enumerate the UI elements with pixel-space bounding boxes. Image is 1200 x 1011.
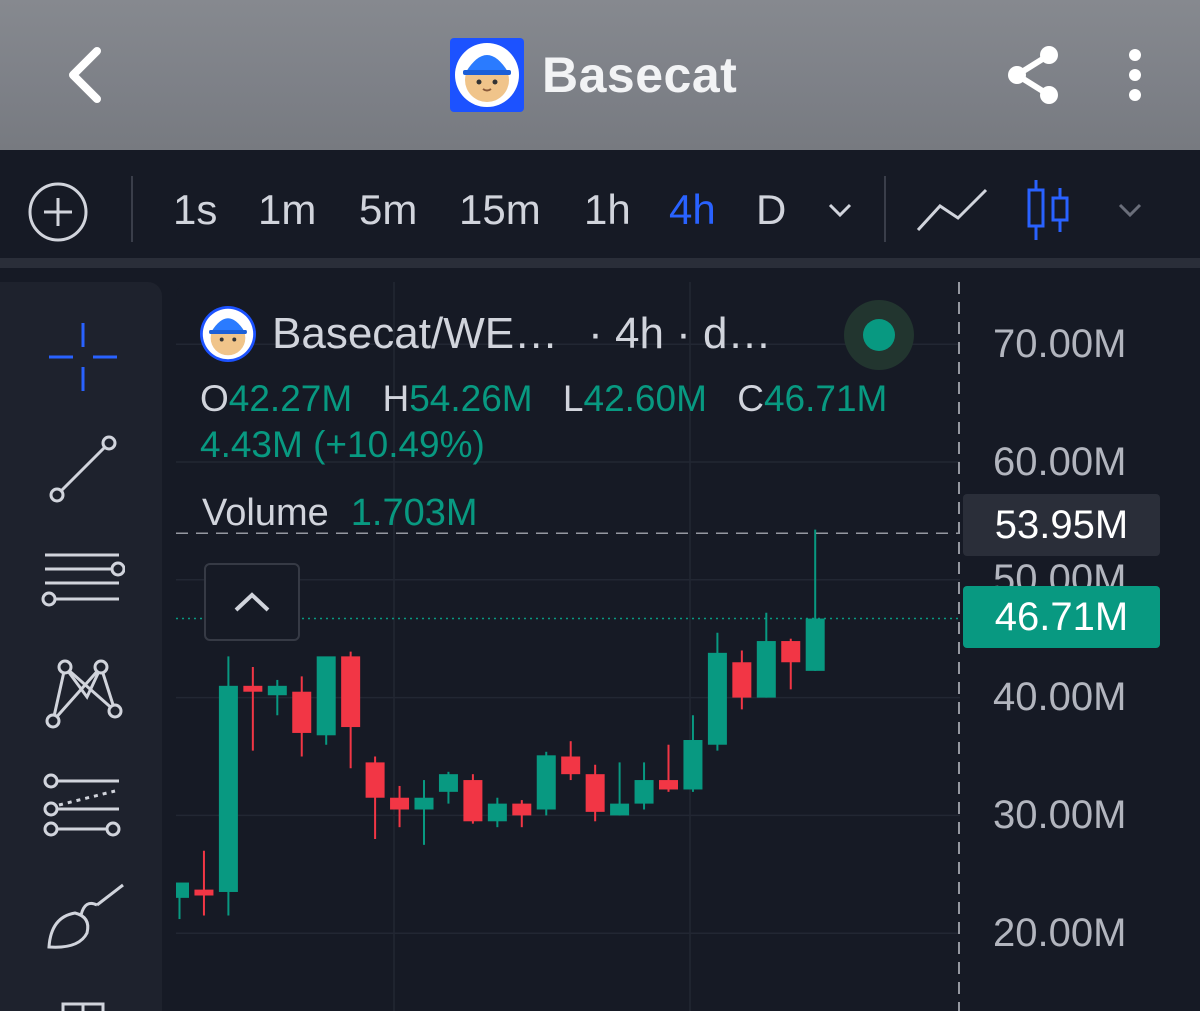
horizontal-lines-tool[interactable] xyxy=(38,536,128,626)
candle-down xyxy=(365,762,385,798)
candle-up xyxy=(610,803,630,816)
candle-up xyxy=(536,755,556,810)
drawing-tools-panel xyxy=(0,282,162,1011)
candle-up xyxy=(218,685,238,892)
crosshair-tool[interactable] xyxy=(38,312,128,402)
more-options-button[interactable] xyxy=(1110,40,1160,110)
candle-down xyxy=(561,756,581,775)
candle-down xyxy=(659,780,678,790)
share-icon xyxy=(1008,46,1058,104)
open-label: O xyxy=(200,378,229,419)
market-status[interactable] xyxy=(844,300,914,370)
candle-down xyxy=(585,774,605,812)
candle-up xyxy=(414,797,434,810)
y-tick-label: 20.00M xyxy=(993,911,1127,955)
fib-channel-tool[interactable] xyxy=(38,760,128,850)
pattern-icon xyxy=(45,659,123,729)
toolbar-divider xyxy=(884,176,886,242)
y-tick-label: 30.00M xyxy=(993,793,1127,837)
close-value: 46.71M xyxy=(763,378,888,419)
toolbar-divider xyxy=(131,176,133,242)
timeframe-1h[interactable]: 1h xyxy=(584,178,631,242)
candle-down xyxy=(194,889,214,896)
candle-up xyxy=(316,656,336,736)
candle-up xyxy=(487,803,507,822)
ruler-icon xyxy=(61,1002,105,1011)
y-tick-label: 40.00M xyxy=(993,675,1127,719)
candlestick-icon[interactable] xyxy=(1024,178,1074,242)
candle-up xyxy=(683,740,703,790)
y-tick-label: 60.00M xyxy=(993,440,1127,484)
app-bar: Basecat xyxy=(0,0,1200,150)
timeframe-d[interactable]: D xyxy=(756,178,786,242)
crosshair-price-label: 53.95M xyxy=(963,494,1160,556)
price-change: 4.43M (+10.49%) xyxy=(200,424,485,465)
chevron-up-icon xyxy=(234,592,270,612)
share-button[interactable] xyxy=(998,40,1068,110)
candle-down xyxy=(512,803,532,816)
market-status-dot xyxy=(863,319,895,351)
horizontal-lines-icon xyxy=(41,553,125,607)
candle-up xyxy=(805,618,825,671)
y-tick-label: 70.00M xyxy=(993,322,1127,366)
candle-down xyxy=(341,656,361,728)
volume-value: 1.703M xyxy=(350,492,478,534)
candle-up xyxy=(707,652,727,745)
back-button[interactable] xyxy=(50,40,120,110)
candle-down xyxy=(732,662,752,698)
more-tools[interactable] xyxy=(38,982,128,1011)
symbol-name: Basecat/WE… xyxy=(272,309,559,358)
symbol-logo xyxy=(200,306,256,362)
last-price-label: 46.71M xyxy=(963,586,1160,648)
high-value: 54.26M xyxy=(409,378,533,419)
more-vertical-icon xyxy=(1129,49,1141,101)
candle-up xyxy=(634,780,654,804)
crosshair-icon xyxy=(49,323,117,391)
high-label: H xyxy=(382,378,410,419)
candle-up xyxy=(267,685,287,696)
chevron-left-icon xyxy=(69,47,101,103)
candle-down xyxy=(390,797,410,810)
timeframe-5m[interactable]: 5m xyxy=(359,178,417,242)
chevron-down-icon[interactable] xyxy=(1116,200,1144,220)
timeframe-1s[interactable]: 1s xyxy=(173,178,217,242)
candle-down xyxy=(463,780,483,822)
add-indicator-button[interactable] xyxy=(26,180,90,244)
basecat-logo xyxy=(450,38,524,112)
fib-channel-icon xyxy=(43,773,121,837)
candle-down xyxy=(781,641,801,663)
symbol-header[interactable]: Basecat/WE… · 4h · d… xyxy=(200,302,771,366)
timeframe-1m[interactable]: 1m xyxy=(258,178,316,242)
chevron-down-icon[interactable] xyxy=(826,200,854,220)
add-circle-icon xyxy=(28,182,88,242)
candle-down xyxy=(243,685,263,692)
candle-up xyxy=(756,641,776,698)
candle-down xyxy=(292,691,312,733)
brush-tool[interactable] xyxy=(38,872,128,962)
candle-up xyxy=(438,774,458,792)
symbol-interval: · 4h · d… xyxy=(588,309,772,358)
trend-line-icon xyxy=(49,435,117,503)
candle-up xyxy=(176,882,189,898)
low-value: 42.60M xyxy=(583,378,707,419)
line-chart-icon[interactable] xyxy=(914,184,990,234)
timeframe-15m[interactable]: 15m xyxy=(459,178,541,242)
close-label: C xyxy=(737,378,764,419)
ohlc-values: O42.27M H54.26M L42.60M C46.71M xyxy=(200,378,907,420)
brush-icon xyxy=(47,883,124,949)
volume-legend[interactable]: Volume 1.703M xyxy=(202,492,478,535)
open-value: 42.27M xyxy=(228,378,353,419)
timeframe-4h[interactable]: 4h xyxy=(669,178,716,242)
low-label: L xyxy=(562,378,584,419)
volume-label: Volume xyxy=(202,492,329,534)
collapse-legend-button[interactable] xyxy=(204,563,300,641)
pattern-tool[interactable] xyxy=(38,648,128,738)
trend-line-tool[interactable] xyxy=(38,424,128,514)
app-title-group: Basecat xyxy=(450,38,737,112)
app-title: Basecat xyxy=(542,47,738,103)
